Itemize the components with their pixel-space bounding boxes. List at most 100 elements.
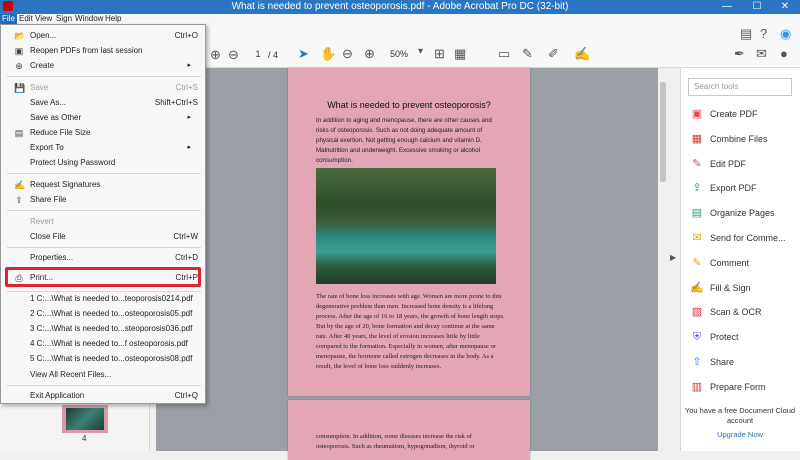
hand-tool-icon[interactable]: ✋ bbox=[320, 46, 336, 62]
menu-view[interactable]: View bbox=[33, 14, 54, 24]
menu-item-save-as[interactable]: Save As... Shift+Ctrl+S bbox=[1, 96, 207, 110]
tool-protect[interactable]: ⛨ Protect bbox=[688, 329, 796, 347]
menu-window[interactable]: Window bbox=[73, 14, 105, 24]
menu-item-export-to[interactable]: Export To ▸ bbox=[1, 141, 207, 155]
minimize-button[interactable]: — bbox=[712, 0, 742, 14]
mail-icon[interactable]: ✉ bbox=[756, 46, 767, 62]
zoom-dropdown-icon[interactable]: ▾ bbox=[418, 46, 423, 57]
tool-send-for-comment[interactable]: ✉ Send for Comme... bbox=[688, 230, 796, 248]
menu-item-share-file[interactable]: ⇪ Share File bbox=[1, 193, 207, 207]
pdf-page-1: What is needed to prevent osteoporosis? … bbox=[288, 68, 530, 396]
tool-share[interactable]: ⇧ Share bbox=[688, 354, 796, 372]
title-bar: What is needed to prevent osteoporosis.p… bbox=[0, 0, 800, 14]
fit-page-icon[interactable]: ⊞ bbox=[434, 46, 445, 62]
draw-tool-icon[interactable]: ✐ bbox=[548, 46, 559, 62]
tool-organize-pages[interactable]: ▤ Organize Pages bbox=[688, 205, 796, 223]
menu-item-close-file[interactable]: Close File Ctrl+W bbox=[1, 230, 207, 244]
page-down-icon[interactable]: ⊖ bbox=[228, 47, 239, 63]
share-icon: ⇧ bbox=[692, 356, 702, 368]
tool-label: Export PDF bbox=[710, 183, 757, 194]
search-tools-input[interactable]: Search tools bbox=[688, 78, 792, 96]
submenu-arrow-icon: ▸ bbox=[187, 144, 191, 151]
menu-item-reduce-file-size[interactable]: ▤ Reduce File Size bbox=[1, 126, 207, 140]
tool-label: Prepare Form bbox=[710, 381, 766, 392]
edit-pdf-icon: ✎ bbox=[692, 157, 702, 170]
highlight-tool-icon[interactable]: ✎ bbox=[522, 46, 533, 62]
scan-ocr-icon: ▧ bbox=[691, 306, 703, 319]
reduce-size-icon: ▤ bbox=[14, 128, 24, 138]
menu-item-exit[interactable]: Exit Application Ctrl+Q bbox=[1, 389, 207, 403]
document-paragraph-1: In addition to aging and menopause, ther… bbox=[316, 117, 492, 164]
menu-separator bbox=[7, 76, 201, 77]
menu-item-request-signatures[interactable]: ✍ Request Signatures bbox=[1, 178, 207, 192]
zoom-in-icon[interactable]: ⊕ bbox=[364, 46, 375, 62]
user-icon[interactable]: ● bbox=[780, 46, 788, 61]
document-paragraph-2: The rate of bone loss increases with age… bbox=[316, 293, 505, 370]
tool-edit-pdf[interactable]: ✎ Edit PDF bbox=[688, 156, 796, 174]
send-for-comment-icon: ✉ bbox=[692, 232, 702, 244]
help-icon[interactable]: ? bbox=[760, 26, 767, 41]
print-highlight-box bbox=[5, 267, 201, 287]
tool-label: Comment bbox=[710, 257, 750, 268]
sign-icon[interactable]: ✒ bbox=[734, 46, 745, 62]
fill-sign-toolbar-icon[interactable]: ✍ bbox=[574, 46, 590, 62]
recent-file-3[interactable]: 3 C:...\What is needed to...steoporosis0… bbox=[1, 322, 207, 336]
tool-combine-files[interactable]: ▦ Combine Files bbox=[688, 131, 796, 149]
menu-item-reopen[interactable]: ▣ Reopen PDFs from last session bbox=[1, 44, 207, 58]
account-avatar[interactable]: ◉ bbox=[780, 26, 791, 42]
recent-file-5[interactable]: 5 C:...\What is needed to...osteoporosis… bbox=[1, 352, 207, 366]
recent-file-2[interactable]: 2 C:...\What is needed to...osteoporosis… bbox=[1, 307, 207, 321]
tool-prepare-form[interactable]: ▥ Prepare Form bbox=[688, 379, 796, 397]
tool-scan-ocr[interactable]: ▧ Scan & OCR bbox=[688, 304, 796, 322]
close-window-button[interactable]: ✕ bbox=[770, 0, 800, 14]
menu-file[interactable]: File bbox=[0, 14, 17, 24]
document-heading: What is needed to prevent osteoporosis? bbox=[327, 100, 491, 110]
tool-export-pdf[interactable]: ⇪ Export PDF bbox=[688, 180, 796, 198]
recent-file-1[interactable]: 1 C:...\What is needed to...teoporosis02… bbox=[1, 292, 207, 306]
tool-label: Protect bbox=[710, 332, 739, 343]
maximize-button[interactable]: ☐ bbox=[742, 0, 772, 14]
page-thumbnail[interactable] bbox=[62, 405, 108, 433]
menu-help[interactable]: Help bbox=[103, 14, 123, 24]
scrollbar-thumb[interactable] bbox=[660, 82, 666, 182]
combine-files-icon: ▦ bbox=[691, 132, 703, 145]
page-display-icon[interactable]: ▦ bbox=[454, 46, 466, 62]
open-folder-icon: 📂 bbox=[14, 31, 26, 41]
window-title: What is needed to prevent osteoporosis.p… bbox=[231, 1, 569, 12]
tool-fill-sign[interactable]: ✍ Fill & Sign bbox=[688, 280, 796, 298]
collapse-right-pane-icon[interactable]: ▶ bbox=[670, 253, 676, 262]
zoom-out-icon[interactable]: ⊖ bbox=[342, 46, 353, 62]
create-icon: ⊕ bbox=[15, 61, 23, 71]
tool-create-pdf[interactable]: ▣ Create PDF bbox=[688, 106, 796, 124]
zoom-level[interactable]: 50% bbox=[390, 49, 408, 59]
menu-separator bbox=[7, 247, 201, 248]
tool-comment[interactable]: ✎ Comment bbox=[688, 255, 796, 273]
submenu-arrow-icon: ▸ bbox=[187, 114, 191, 121]
recent-file-4[interactable]: 4 C:...\What is needed to...f osteoporos… bbox=[1, 337, 207, 351]
menu-item-create[interactable]: ⊕ Create ▸ bbox=[1, 59, 207, 73]
menu-item-open[interactable]: 📂 Open... Ctrl+O bbox=[1, 29, 207, 43]
menu-separator bbox=[7, 173, 201, 174]
menu-item-properties[interactable]: Properties... Ctrl+D bbox=[1, 251, 207, 265]
thumbnail-page-number: 4 bbox=[82, 434, 87, 443]
page-total: / 4 bbox=[268, 50, 279, 60]
page-number-input[interactable]: 1 bbox=[249, 49, 267, 63]
document-cloud-promo: You have a free Document Cloud account bbox=[684, 406, 796, 425]
menu-item-view-all-recent[interactable]: View All Recent Files... bbox=[1, 368, 207, 382]
tool-label: Send for Comme... bbox=[710, 233, 786, 243]
menu-sign[interactable]: Sign bbox=[54, 14, 74, 24]
share-file-icon: ⇪ bbox=[15, 195, 23, 205]
menu-item-save-as-other[interactable]: Save as Other ▸ bbox=[1, 111, 207, 125]
signature-icon: ✍ bbox=[14, 180, 26, 190]
tool-label: Edit PDF bbox=[710, 158, 747, 169]
comment-tool-icon[interactable]: ▭ bbox=[498, 46, 510, 62]
tool-label: Scan & OCR bbox=[710, 307, 762, 318]
select-cursor-icon[interactable]: ➤ bbox=[298, 46, 309, 62]
fill-sign-icon: ✍ bbox=[690, 281, 704, 294]
menu-item-revert: Revert bbox=[30, 217, 54, 226]
upgrade-now-link[interactable]: Upgrade Now bbox=[680, 430, 800, 439]
menu-item-protect-password[interactable]: Protect Using Password bbox=[1, 156, 207, 170]
tool-label: Create PDF bbox=[710, 109, 758, 119]
page-up-icon[interactable]: ⊕ bbox=[210, 47, 221, 63]
chat-icon[interactable]: ▤ bbox=[740, 26, 752, 42]
